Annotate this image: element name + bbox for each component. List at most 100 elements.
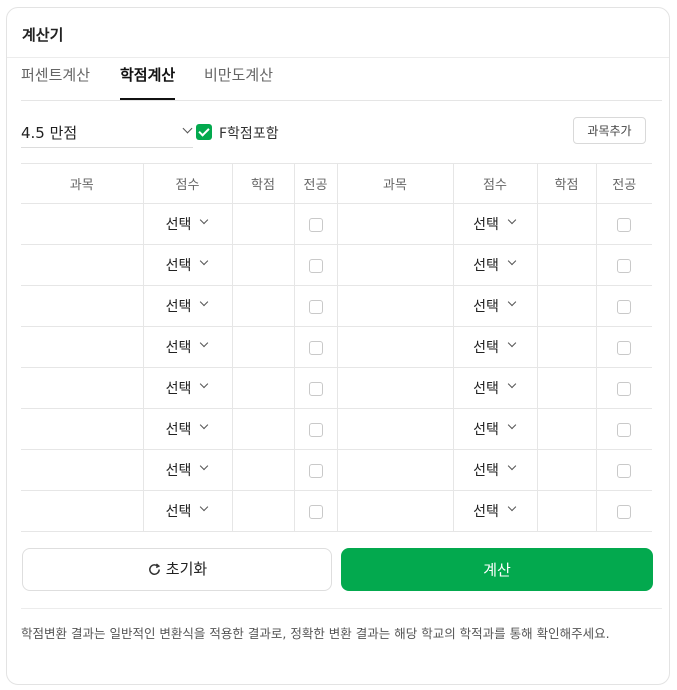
credit-input[interactable] [233, 245, 294, 285]
credit-input[interactable] [233, 491, 294, 531]
header-score: 점수 [452, 163, 538, 204]
credit-input[interactable] [538, 368, 596, 408]
add-subject-button[interactable]: 과목추가 [573, 117, 646, 144]
chevron-down-icon [200, 502, 209, 512]
subject-input[interactable] [338, 245, 453, 285]
grade-select[interactable]: 선택 [473, 378, 517, 398]
grade-select[interactable]: 선택 [166, 255, 210, 275]
major-checkbox[interactable] [617, 423, 632, 437]
chevron-down-icon [507, 338, 517, 348]
reset-button[interactable]: 초기화 [22, 548, 332, 591]
check-icon[interactable] [196, 124, 212, 140]
grade-select[interactable]: 선택 [166, 296, 210, 316]
grade-select[interactable]: 선택 [473, 255, 517, 275]
credit-cell [536, 285, 597, 327]
chevron-down-icon [507, 256, 517, 266]
grade-select[interactable]: 선택 [473, 460, 517, 480]
credit-input[interactable] [538, 286, 596, 326]
subject-input[interactable] [338, 286, 453, 326]
subject-input[interactable] [338, 327, 453, 367]
grade-select[interactable]: 선택 [166, 460, 210, 480]
grade-select-value: 선택 [165, 299, 192, 315]
major-checkbox[interactable] [617, 259, 632, 273]
subject-cell [336, 203, 454, 245]
subject-input[interactable] [21, 409, 143, 449]
score-cell: 선택 [142, 408, 233, 450]
major-checkbox[interactable] [617, 505, 632, 519]
grade-select[interactable]: 선택 [473, 501, 517, 521]
score-cell: 선택 [452, 449, 538, 491]
reset-label: 초기화 [165, 560, 208, 578]
subject-input[interactable] [21, 450, 143, 490]
subject-input[interactable] [21, 245, 143, 285]
major-checkbox[interactable] [308, 218, 323, 232]
grade-select[interactable]: 선택 [166, 214, 210, 234]
major-checkbox[interactable] [617, 341, 632, 355]
subject-input[interactable] [338, 409, 453, 449]
credit-input[interactable] [538, 245, 596, 285]
major-cell [595, 449, 652, 491]
major-checkbox[interactable] [308, 300, 323, 314]
grade-select[interactable]: 선택 [166, 419, 210, 439]
major-checkbox[interactable] [308, 464, 323, 478]
major-cell [595, 326, 652, 368]
major-checkbox[interactable] [617, 300, 632, 314]
credit-input[interactable] [233, 368, 294, 408]
grade-select[interactable]: 선택 [473, 214, 517, 234]
calculate-button[interactable]: 계산 [341, 548, 653, 591]
subject-input[interactable] [21, 327, 143, 367]
credit-cell [536, 408, 597, 450]
score-cell: 선택 [142, 449, 233, 491]
grade-select-value: 선택 [165, 381, 192, 397]
credit-input[interactable] [538, 450, 596, 490]
header-major: 전공 [595, 163, 652, 204]
major-checkbox[interactable] [308, 341, 323, 355]
score-cell: 선택 [452, 408, 538, 450]
tab-percent[interactable]: 퍼센트계산 [21, 50, 90, 99]
subject-input[interactable] [338, 450, 453, 490]
subject-cell [21, 408, 144, 450]
subject-input[interactable] [21, 286, 143, 326]
grade-select[interactable]: 선택 [473, 337, 517, 357]
credit-input[interactable] [233, 327, 294, 367]
credit-cell [536, 367, 597, 409]
credit-input[interactable] [233, 204, 294, 244]
credit-input[interactable] [538, 327, 596, 367]
subject-cell [336, 285, 454, 327]
tab-bmi[interactable]: 비만도계산 [204, 50, 273, 99]
subject-cell [21, 367, 144, 409]
major-checkbox[interactable] [617, 464, 632, 478]
tab-grade[interactable]: 학점계산 [120, 50, 176, 100]
subject-input[interactable] [338, 368, 453, 408]
credit-input[interactable] [538, 409, 596, 449]
credit-input[interactable] [233, 286, 294, 326]
credit-input[interactable] [538, 204, 596, 244]
subject-input[interactable] [21, 204, 143, 244]
credit-input[interactable] [233, 409, 294, 449]
grade-select[interactable]: 선택 [473, 419, 517, 439]
subject-input[interactable] [21, 491, 143, 531]
credit-input[interactable] [538, 491, 596, 531]
tab-bar: 퍼센트계산 학점계산 비만도계산 [21, 50, 662, 100]
refresh-icon [147, 562, 162, 581]
credit-cell [231, 326, 295, 368]
subject-input[interactable] [338, 204, 453, 244]
subject-input[interactable] [21, 368, 143, 408]
grade-select[interactable]: 선택 [166, 378, 210, 398]
credit-cell [536, 490, 597, 532]
major-checkbox[interactable] [308, 382, 323, 396]
major-checkbox[interactable] [308, 505, 323, 519]
chevron-down-icon [507, 215, 517, 225]
major-checkbox[interactable] [308, 423, 323, 437]
major-checkbox[interactable] [617, 218, 632, 232]
major-checkbox[interactable] [617, 382, 632, 396]
grade-select[interactable]: 선택 [166, 501, 210, 521]
major-cell [595, 203, 652, 245]
major-cell [293, 285, 338, 327]
subject-input[interactable] [338, 491, 453, 531]
grade-select[interactable]: 선택 [473, 296, 517, 316]
grade-scale-select[interactable]: 4.5 만점 [21, 117, 193, 148]
credit-input[interactable] [233, 450, 294, 490]
major-checkbox[interactable] [308, 259, 323, 273]
grade-select[interactable]: 선택 [166, 337, 210, 357]
